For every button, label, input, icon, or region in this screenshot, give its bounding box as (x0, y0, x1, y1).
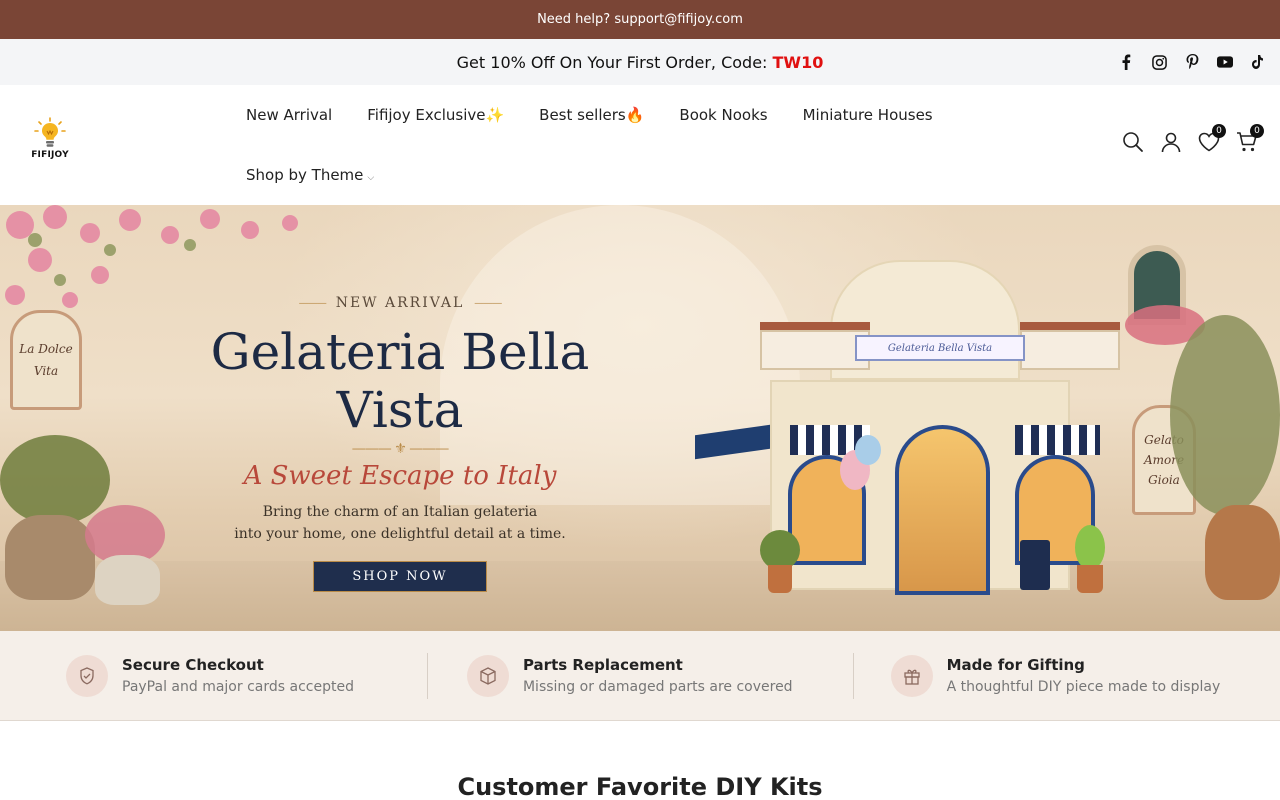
gelateria-dollhouse-image: Gelateria Bella Vista (690, 240, 1120, 600)
chevron-down-icon: ⌵ (367, 173, 375, 183)
feature-secure-checkout: Secure Checkout PayPal and major cards a… (66, 654, 354, 697)
hero-banner[interactable]: La Dolce Vita NEW ARRIVAL Gelateria Bell… (0, 205, 1280, 631)
shop-sign: Gelateria Bella Vista (855, 335, 1025, 361)
promo-code: TW10 (772, 52, 824, 72)
feature-title: Secure Checkout (122, 656, 264, 674)
feature-title: Parts Replacement (522, 656, 683, 674)
left-urn (5, 515, 95, 600)
top-help-bar: Need help? support@fifijoy.com (0, 0, 1280, 39)
feature-parts-replacement: Parts Replacement Missing or damaged par… (466, 654, 793, 697)
wishlist-count-badge: 0 (1212, 124, 1226, 138)
gift-icon (890, 654, 933, 697)
header-actions: 0 0 (1122, 124, 1264, 154)
feature-desc: A thoughtful DIY piece made to display (946, 679, 1221, 695)
wishlist-icon[interactable]: 0 (1198, 124, 1226, 154)
hero-title: Gelateria Bella Vista (210, 323, 590, 439)
logo-text: FIFIJOY (31, 150, 69, 160)
main-nav: New Arrival Fifijoy Exclusive✨ Best sell… (246, 85, 946, 205)
tiktok-icon[interactable] (1250, 54, 1266, 70)
feature-desc: Missing or damaged parts are covered (522, 679, 793, 695)
box-icon (466, 654, 509, 697)
section-title: Customer Favorite DIY Kits (457, 773, 823, 800)
promo-text: Get 10% Off On Your First Order, Code: T… (456, 52, 824, 72)
feature-divider (853, 652, 854, 699)
feature-desc: PayPal and major cards accepted (122, 679, 354, 695)
help-text[interactable]: Need help? support@fifijoy.com (537, 12, 743, 27)
hero-text-block: NEW ARRIVAL Gelateria Bella Vista ——— ⚜ … (160, 295, 640, 592)
pinterest-icon[interactable] (1184, 54, 1200, 70)
la-dolce-vita-plaque: La Dolce Vita (10, 310, 82, 410)
account-icon[interactable] (1160, 130, 1182, 154)
left-plant (0, 435, 110, 525)
hero-description: Bring the charm of an Italian gelateria … (234, 504, 566, 542)
cart-icon[interactable]: 0 (1236, 124, 1264, 154)
feature-title: Made for Gifting (946, 656, 1085, 674)
feature-made-for-gifting: Made for Gifting A thoughtful DIY piece … (890, 654, 1221, 697)
youtube-icon[interactable] (1217, 54, 1233, 70)
logo[interactable]: FIFIJOY (30, 117, 70, 165)
nav-book-nooks[interactable]: Book Nooks (679, 106, 767, 124)
hero-kicker: NEW ARRIVAL (160, 295, 640, 311)
search-icon[interactable] (1122, 130, 1144, 154)
promo-bar: Get 10% Off On Your First Order, Code: T… (0, 39, 1280, 85)
nav-best-sellers[interactable]: Best sellers🔥 (539, 106, 644, 124)
right-urn (1205, 505, 1280, 600)
nav-miniature-houses[interactable]: Miniature Houses (803, 106, 933, 124)
hero-subtitle: A Sweet Escape to Italy (243, 461, 557, 491)
features-bar: Secure Checkout PayPal and major cards a… (0, 631, 1280, 721)
nav-shop-by-theme[interactable]: Shop by Theme ⌵ (246, 166, 374, 184)
ornament-divider: ——— ⚜ ——— (351, 441, 449, 457)
nav-fifijoy-exclusive[interactable]: Fifijoy Exclusive✨ (367, 106, 504, 124)
facebook-icon[interactable] (1118, 54, 1134, 70)
nav-new-arrival[interactable]: New Arrival (246, 106, 332, 124)
right-olive-tree (1170, 315, 1280, 515)
lightbulb-logo-icon (34, 117, 66, 147)
cart-count-badge: 0 (1250, 124, 1264, 138)
left-flower-urn (95, 555, 160, 605)
social-links (1118, 39, 1266, 85)
instagram-icon[interactable] (1151, 54, 1167, 70)
shield-check-icon (66, 654, 108, 697)
feature-divider (427, 652, 428, 699)
shop-now-button[interactable]: SHOP NOW (313, 561, 487, 592)
site-header: FIFIJOY New Arrival Fifijoy Exclusive✨ B… (0, 85, 1280, 205)
